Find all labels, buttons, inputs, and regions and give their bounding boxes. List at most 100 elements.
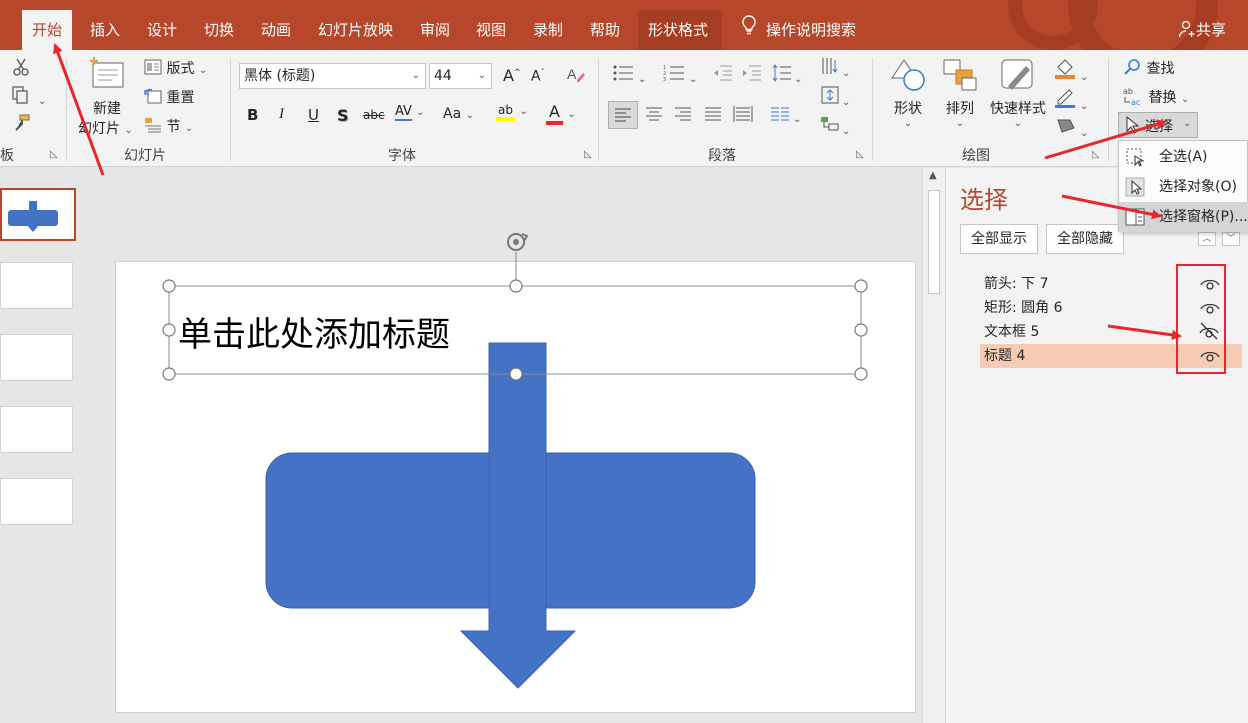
shape-fill-icon[interactable]: ⌄	[1054, 58, 1088, 84]
pane-object-row[interactable]: 箭头: 下 7	[980, 272, 1242, 296]
shape-effects-icon[interactable]: ⌄	[1054, 116, 1088, 140]
align-text-icon[interactable]: ⌄	[820, 85, 850, 109]
italic-button[interactable]: I	[279, 106, 284, 123]
svg-text:ab: ab	[1123, 87, 1133, 96]
copy-icon[interactable]: ⌄	[12, 86, 46, 108]
slide-thumbnail-pane	[0, 168, 104, 723]
text-shadow-button[interactable]: S	[337, 106, 349, 125]
shapes-button[interactable]: 形状 ⌄	[886, 56, 930, 129]
align-right-icon[interactable]	[674, 106, 692, 126]
section-icon	[145, 118, 161, 133]
eye-visible-icon[interactable]	[1200, 277, 1220, 291]
quick-styles-button[interactable]: 快速样式 ⌄	[986, 56, 1050, 129]
layout-button[interactable]: 版式 ⌄	[144, 58, 207, 78]
tab-help[interactable]: 帮助	[580, 10, 630, 50]
bold-button[interactable]: B	[247, 106, 258, 124]
distributed-icon[interactable]	[733, 105, 753, 127]
font-launcher-icon[interactable]: ◺	[584, 149, 592, 160]
new-slide-label-1: 新建	[93, 101, 121, 117]
char-spacing-button[interactable]: AV ⌄	[395, 104, 425, 121]
smartart-icon[interactable]: ⌄	[820, 114, 850, 138]
selection-pane-icon	[1125, 207, 1145, 227]
paragraph-launcher-icon[interactable]: ◺	[856, 149, 864, 160]
divider	[230, 58, 231, 161]
tab-transitions[interactable]: 切换	[194, 10, 244, 50]
clipboard-launcher-icon[interactable]: ◺	[50, 149, 58, 160]
tab-slideshow[interactable]: 幻灯片放映	[308, 10, 403, 50]
bring-forward-icon[interactable]: ︿	[1198, 232, 1216, 246]
thumbnail-preview	[8, 201, 58, 232]
highlight-button[interactable]: ab ⌄	[496, 102, 528, 121]
bullets-icon[interactable]: ⌄	[612, 64, 646, 86]
font-name-dropdown[interactable]: 黑体 (标题) ⌄	[239, 63, 426, 89]
eye-hidden-icon[interactable]	[1198, 322, 1220, 340]
divider	[1108, 58, 1109, 161]
select-dropdown-menu: 全选(A) 选择对象(O) 选择窗格(P)...	[1118, 140, 1248, 232]
tab-record[interactable]: 录制	[523, 10, 573, 50]
reset-button[interactable]: 重置	[144, 87, 194, 107]
tab-view[interactable]: 视图	[466, 10, 516, 50]
eye-visible-icon[interactable]	[1200, 349, 1220, 363]
clear-format-icon[interactable]: A	[566, 64, 586, 88]
new-slide-button[interactable]: 新建	[86, 56, 128, 118]
font-size-dropdown[interactable]: 44 ⌄	[429, 63, 492, 89]
slide-thumbnail[interactable]	[0, 262, 73, 309]
slide-thumbnail[interactable]	[0, 478, 73, 525]
cut-icon[interactable]	[12, 58, 30, 80]
menu-item-select-all[interactable]: 全选(A)	[1119, 142, 1248, 172]
drawing-launcher-icon[interactable]: ◺	[1092, 149, 1100, 160]
select-objects-icon	[1125, 177, 1145, 197]
text-direction-icon[interactable]: ⌄	[820, 56, 850, 80]
tab-home[interactable]: 开始	[22, 10, 73, 50]
share-button[interactable]: 共享	[1168, 10, 1236, 50]
font-color-button[interactable]: A ⌄	[546, 102, 576, 125]
increase-indent-icon[interactable]	[742, 64, 762, 86]
tell-me-search[interactable]: 操作说明搜索	[732, 10, 866, 50]
hide-all-button[interactable]: 全部隐藏	[1046, 224, 1124, 254]
shrink-font-button[interactable]: Aˇ	[531, 68, 545, 85]
divider	[872, 58, 873, 161]
tab-review[interactable]: 审阅	[410, 10, 460, 50]
tab-insert[interactable]: 插入	[80, 10, 130, 50]
replace-button[interactable]: ab ac 替换 ⌄	[1122, 86, 1189, 107]
scroll-thumb[interactable]	[928, 190, 940, 294]
format-painter-icon[interactable]	[12, 114, 30, 136]
change-case-button[interactable]: Aa ⌄	[443, 106, 474, 122]
numbering-icon[interactable]: 1 2 3 ⌄	[663, 64, 697, 86]
underline-button[interactable]: U	[308, 106, 319, 124]
slides-group-label: 幻灯片	[124, 148, 166, 164]
menu-item-selection-pane[interactable]: 选择窗格(P)...	[1119, 202, 1248, 232]
find-button[interactable]: 查找	[1124, 58, 1174, 78]
decrease-indent-icon[interactable]	[713, 64, 733, 86]
pane-object-row[interactable]: 矩形: 圆角 6	[980, 296, 1242, 320]
tab-animations[interactable]: 动画	[251, 10, 301, 50]
strikethrough-button[interactable]: abc	[363, 108, 385, 122]
grow-font-button[interactable]: A^	[503, 66, 521, 85]
eye-visible-icon[interactable]	[1200, 301, 1220, 315]
section-button[interactable]: 节 ⌄	[144, 116, 193, 136]
slide-title-placeholder[interactable]: 单击此处添加标题	[178, 307, 450, 356]
tab-design[interactable]: 设计	[137, 10, 187, 50]
divider	[66, 58, 67, 161]
pane-object-row-selected[interactable]: 标题 4	[980, 344, 1242, 368]
tab-shape-format[interactable]: 形状格式	[638, 10, 722, 50]
send-backward-icon[interactable]: ﹀	[1222, 232, 1240, 246]
scroll-up-arrow-icon[interactable]: ▲	[929, 170, 937, 181]
line-spacing-icon[interactable]: ⌄	[772, 64, 802, 86]
justify-icon[interactable]	[704, 106, 722, 126]
menu-item-select-objects[interactable]: 选择对象(O)	[1119, 172, 1248, 202]
shape-outline-icon[interactable]: ⌄	[1054, 87, 1088, 113]
new-slide-label-2[interactable]: 幻灯片 ⌄	[78, 118, 133, 138]
align-left-button[interactable]	[608, 101, 638, 129]
select-label: 选择	[1145, 119, 1173, 135]
align-center-icon[interactable]	[645, 106, 663, 126]
vertical-scrollbar[interactable]: ▲	[922, 168, 946, 723]
slide-thumbnail[interactable]	[0, 188, 76, 241]
arrange-button[interactable]: 排列 ⌄	[940, 56, 980, 129]
show-all-button[interactable]: 全部显示	[960, 224, 1038, 254]
pane-object-row[interactable]: 文本框 5	[980, 320, 1242, 344]
slide-thumbnail[interactable]	[0, 406, 73, 453]
select-button[interactable]: 选择 ⌄	[1118, 112, 1198, 138]
columns-icon[interactable]: ⌄	[770, 106, 801, 126]
slide-thumbnail[interactable]	[0, 334, 73, 381]
